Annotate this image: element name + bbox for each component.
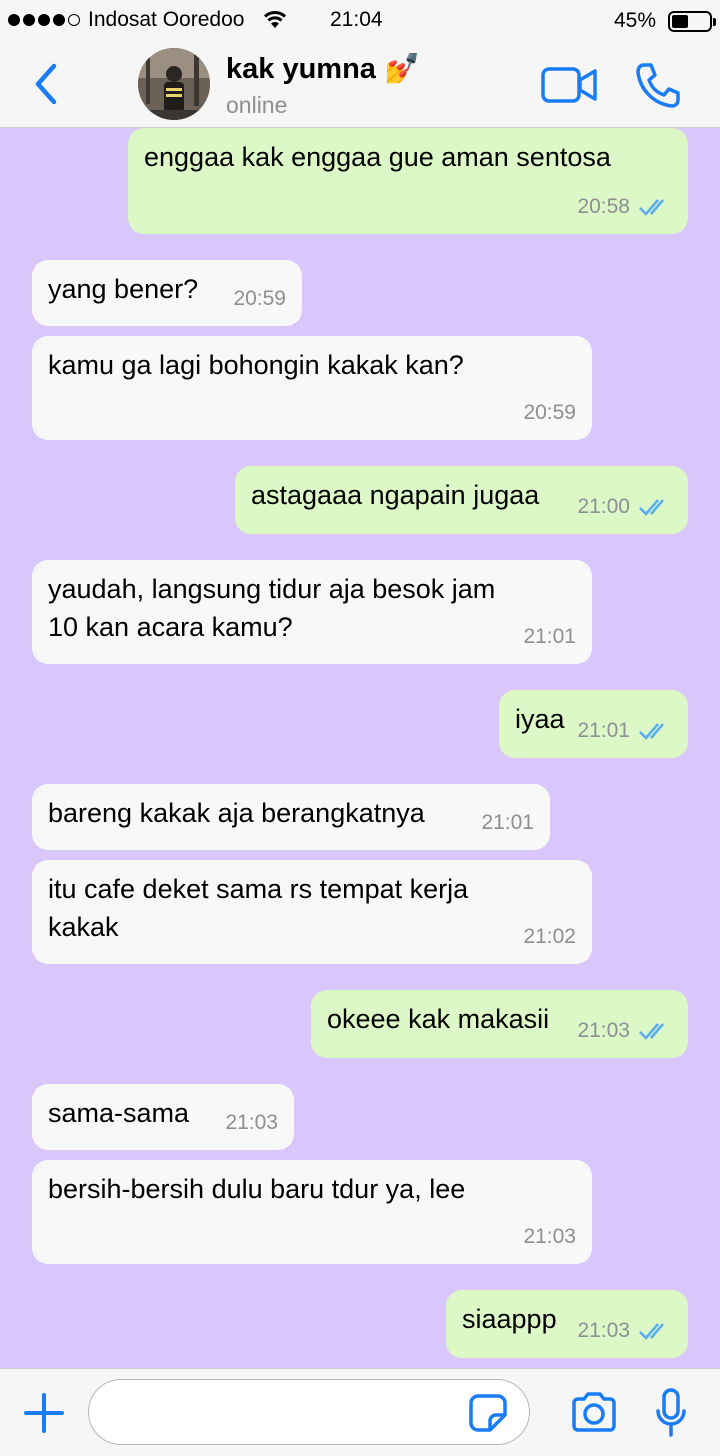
message-incoming[interactable]: bareng kakak aja berangkatnya 21:01 [32, 784, 550, 850]
message-time: 21:02 [523, 925, 576, 948]
chat-header: kak yumna 💅 online [0, 42, 720, 128]
message-time: 20:59 [233, 287, 286, 310]
message-text: okeee kak makasii [327, 1004, 550, 1034]
message-outgoing[interactable]: astagaaa ngapain jugaa 21:00 [235, 466, 688, 534]
status-time: 21:04 [330, 8, 383, 31]
message-text: siaappp [462, 1304, 557, 1334]
message-incoming[interactable]: yang bener? 20:59 [32, 260, 302, 326]
message-incoming[interactable]: kamu ga lagi bohongin kakak kan? 20:59 [32, 336, 592, 440]
message-time: 21:03 [577, 1319, 630, 1342]
message-meta: 21:03 [225, 1104, 278, 1142]
contact-name[interactable]: kak yumna 💅 [226, 52, 420, 86]
read-ticks-icon [639, 199, 664, 216]
read-ticks-icon [639, 1023, 664, 1040]
message-incoming[interactable]: sama-sama 21:03 [32, 1084, 294, 1150]
message-meta: 20:58 [577, 188, 672, 226]
message-time: 21:03 [577, 1019, 630, 1042]
message-outgoing[interactable]: iyaa 21:01 [499, 690, 688, 758]
message-outgoing[interactable]: okeee kak makasii 21:03 [311, 990, 688, 1058]
message-meta: 21:03 [577, 1312, 672, 1350]
message-text: enggaa kak enggaa gue aman sentosa [144, 142, 611, 172]
message-text: itu cafe deket sama rs tempat kerja kakak [48, 874, 469, 942]
sticker-icon[interactable] [468, 1393, 508, 1433]
message-incoming[interactable]: itu cafe deket sama rs tempat kerja kakak… [32, 860, 592, 964]
message-text: yang bener? [48, 274, 199, 304]
message-outgoing[interactable]: enggaa kak enggaa gue aman sentosa 20:58 [128, 128, 688, 234]
message-text: sama-sama [48, 1098, 190, 1128]
plus-icon[interactable] [22, 1391, 66, 1435]
carrier-name: Indosat Ooredoo [88, 8, 245, 31]
message-meta: 20:59 [523, 394, 576, 432]
message-text: bersih-bersih dulu baru tdur ya, lee [48, 1174, 466, 1204]
message-incoming[interactable]: yaudah, langsung tidur aja besok jam 10 k… [32, 560, 592, 664]
message-meta: 21:03 [577, 1012, 672, 1050]
message-incoming[interactable]: bersih-bersih dulu baru tdur ya, lee 21:… [32, 1160, 592, 1264]
battery-percent: 45% [614, 9, 657, 32]
message-text: kamu ga lagi bohongin kakak kan? [48, 350, 464, 380]
microphone-icon[interactable] [654, 1387, 688, 1439]
battery-icon [668, 11, 716, 32]
message-time: 21:03 [225, 1111, 278, 1134]
message-time: 21:00 [577, 495, 630, 518]
message-time: 21:03 [523, 1225, 576, 1248]
message-time: 21:01 [577, 719, 630, 742]
message-meta: 21:01 [577, 712, 672, 750]
contact-status: online [226, 92, 288, 118]
wifi-icon [263, 11, 287, 28]
message-meta: 21:01 [523, 618, 576, 656]
message-time: 21:01 [481, 811, 534, 834]
message-time: 20:59 [523, 401, 576, 424]
chevron-left-icon[interactable] [28, 60, 64, 108]
message-meta: 21:02 [523, 918, 576, 956]
message-text: iyaa [515, 704, 565, 734]
message-text: bareng kakak aja berangkatnya [48, 798, 425, 828]
message-time: 20:58 [577, 195, 630, 218]
avatar[interactable] [138, 48, 210, 120]
read-ticks-icon [639, 723, 664, 740]
status-bar: Indosat Ooredoo 21:04 45% [0, 0, 720, 42]
message-meta: 21:03 [523, 1218, 576, 1256]
camera-icon[interactable] [570, 1391, 618, 1433]
read-ticks-icon [639, 499, 664, 516]
video-camera-icon[interactable] [540, 64, 598, 106]
message-meta: 21:01 [481, 804, 534, 842]
read-ticks-icon [639, 1323, 664, 1340]
message-meta: 21:00 [577, 488, 672, 526]
message-input-bar [0, 1368, 720, 1456]
message-outgoing[interactable]: siaappp 21:03 [446, 1290, 688, 1358]
message-time: 21:01 [523, 625, 576, 648]
phone-icon[interactable] [632, 60, 682, 110]
message-text: astagaaa ngapain jugaa [251, 480, 540, 510]
message-text: yaudah, langsung tidur aja besok jam 10 k… [48, 574, 496, 642]
message-meta: 20:59 [233, 280, 286, 318]
signal-strength-icon [8, 14, 80, 26]
message-input[interactable] [88, 1379, 530, 1445]
